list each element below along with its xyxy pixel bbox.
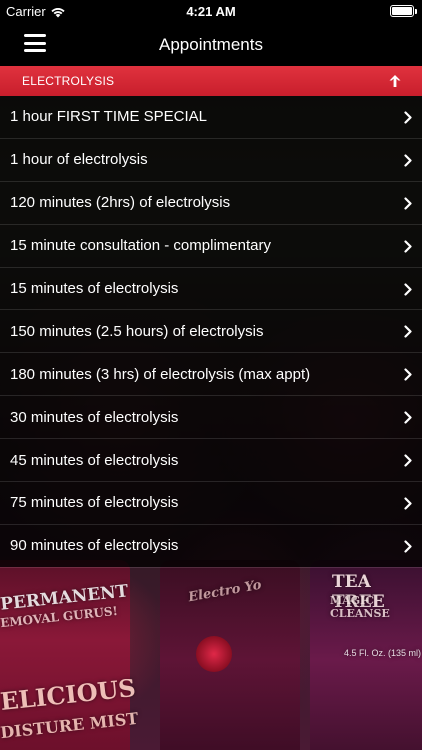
list-item[interactable]: 30 minutes of electrolysis bbox=[0, 396, 422, 440]
list-item-label: 1 hour of electrolysis bbox=[10, 151, 148, 169]
list-item[interactable]: 75 minutes of electrolysis bbox=[0, 482, 422, 525]
clock: 4:21 AM bbox=[186, 4, 236, 19]
appointment-list: 1 hour FIRST TIME SPECIAL 1 hour of elec… bbox=[0, 96, 422, 568]
chevron-right-icon bbox=[404, 240, 412, 253]
bottle-label-text: MAGIC CLEANSE bbox=[330, 594, 390, 620]
navigation-bar: Appointments bbox=[0, 22, 422, 66]
chevron-right-icon bbox=[404, 325, 412, 339]
status-bar: Carrier 4:21 AM bbox=[0, 0, 422, 22]
chevron-right-icon bbox=[404, 454, 412, 467]
list-item-label: 30 minutes of electrolysis bbox=[10, 408, 179, 426]
list-item[interactable]: 15 minutes of electrolysis bbox=[0, 268, 422, 311]
chevron-right-icon bbox=[404, 282, 412, 296]
list-item[interactable]: 1 hour of electrolysis bbox=[0, 139, 422, 182]
list-item[interactable]: 180 minutes (3 hrs) of electrolysis (max… bbox=[0, 353, 422, 397]
chevron-right-icon bbox=[404, 497, 412, 510]
list-item-label: 90 minutes of electrolysis bbox=[10, 537, 179, 555]
list-item-label: 1 hour FIRST TIME SPECIAL bbox=[10, 108, 208, 126]
list-item[interactable]: 1 hour FIRST TIME SPECIAL bbox=[0, 96, 422, 139]
list-item-label: 45 minutes of electrolysis bbox=[10, 451, 179, 469]
section-header-electrolysis[interactable]: ELECTROLYSIS bbox=[0, 66, 422, 96]
section-title: ELECTROLYSIS bbox=[22, 74, 115, 88]
list-item-label: 15 minutes of electrolysis bbox=[10, 280, 179, 297]
list-item-label: 15 minute consultation - complimentary bbox=[10, 237, 271, 255]
list-item[interactable]: 120 minutes (2hrs) of electrolysis bbox=[0, 182, 422, 225]
chevron-right-icon bbox=[404, 197, 412, 210]
bottle-label-text: 4.5 Fl. Oz. (135 ml) bbox=[344, 648, 422, 658]
list-item[interactable]: 90 minutes of electrolysis bbox=[0, 525, 422, 568]
chevron-right-icon bbox=[404, 368, 412, 381]
battery-icon bbox=[390, 5, 417, 17]
page-title: Appointments bbox=[159, 35, 263, 54]
list-item-label: 150 minutes (2.5 hours) of electrolysis bbox=[10, 322, 264, 340]
chevron-right-icon bbox=[404, 154, 412, 167]
bottle-seal-logo bbox=[196, 636, 232, 672]
arrow-up-icon[interactable] bbox=[388, 74, 402, 88]
list-item[interactable]: 150 minutes (2.5 hours) of electrolysis bbox=[0, 310, 422, 354]
list-item-label: 180 minutes (3 hrs) of electrolysis (max… bbox=[10, 365, 311, 383]
list-item[interactable]: 45 minutes of electrolysis bbox=[0, 439, 422, 483]
list-item-label: 120 minutes (2hrs) of electrolysis bbox=[10, 194, 231, 212]
list-item-label: 75 minutes of electrolysis bbox=[10, 494, 179, 512]
chevron-right-icon bbox=[404, 411, 412, 424]
chevron-right-icon bbox=[404, 111, 412, 124]
list-item[interactable]: 15 minute consultation - complimentary bbox=[0, 225, 422, 268]
chevron-right-icon bbox=[404, 540, 412, 553]
